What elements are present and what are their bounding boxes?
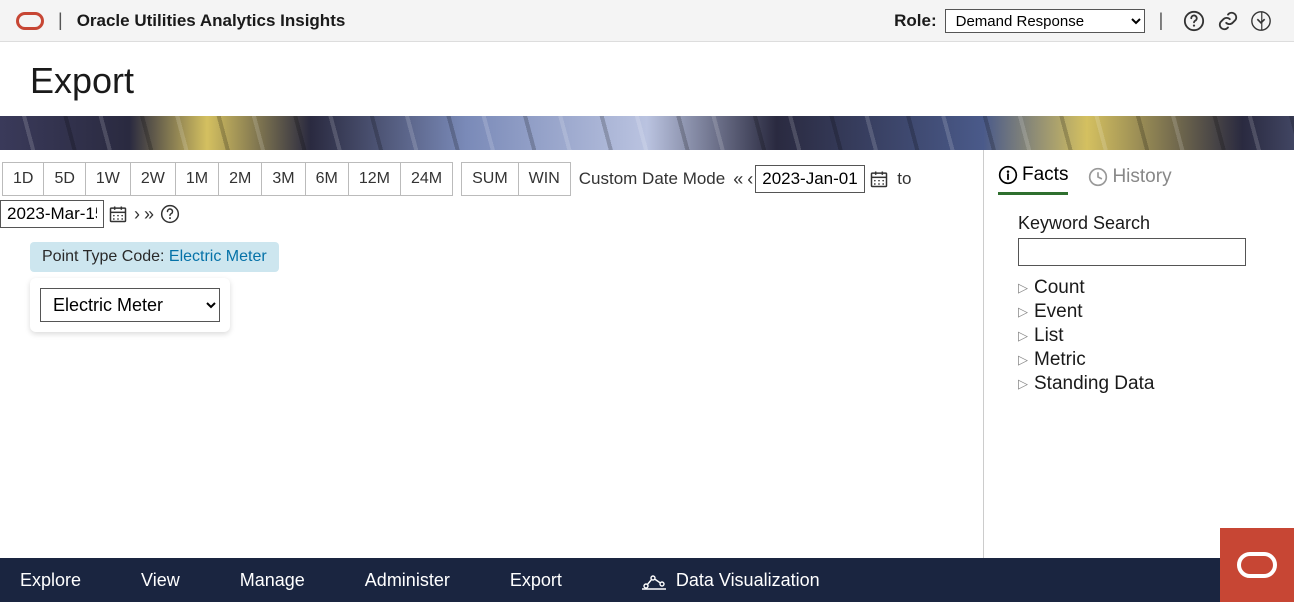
side-panel: Facts History Keyword Search ▷Count ▷Eve… bbox=[984, 150, 1294, 562]
decorative-band bbox=[0, 116, 1294, 150]
date-range-toolbar: 1D 5D 1W 2W 1M 2M 3M 6M 12M 24M SUM WIN … bbox=[0, 150, 983, 236]
main-panel: 1D 5D 1W 2W 1M 2M 3M 6M 12M 24M SUM WIN … bbox=[0, 150, 984, 562]
calendar-from-icon[interactable] bbox=[869, 169, 889, 189]
role-select[interactable]: Demand Response bbox=[945, 9, 1145, 33]
date-prev-fast-icon[interactable]: « bbox=[731, 169, 745, 190]
filter-chip[interactable]: Point Type Code: Electric Meter bbox=[30, 242, 279, 272]
oracle-logo-icon bbox=[16, 12, 44, 30]
tree-item-metric[interactable]: ▷Metric bbox=[1018, 348, 1276, 372]
range-2w-button[interactable]: 2W bbox=[130, 162, 176, 196]
nav-dv-label: Data Visualization bbox=[676, 570, 820, 591]
separator: | bbox=[1159, 10, 1164, 31]
range-2m-button[interactable]: 2M bbox=[218, 162, 262, 196]
link-icon[interactable] bbox=[1217, 10, 1239, 32]
app-title: Oracle Utilities Analytics Insights bbox=[77, 11, 346, 31]
nav-data-visualization[interactable]: Data Visualization bbox=[642, 570, 820, 591]
to-label: to bbox=[897, 169, 911, 189]
chevron-right-icon: ▷ bbox=[1018, 280, 1028, 296]
date-help-icon[interactable] bbox=[160, 204, 180, 224]
range-1w-button[interactable]: 1W bbox=[85, 162, 131, 196]
nav-view[interactable]: View bbox=[141, 570, 180, 591]
nav-manage[interactable]: Manage bbox=[240, 570, 305, 591]
filter-dropdown-card: Electric Meter bbox=[30, 278, 230, 332]
nav-export[interactable]: Export bbox=[510, 570, 562, 591]
tree-item-standing-data[interactable]: ▷Standing Data bbox=[1018, 372, 1276, 396]
page-title: Export bbox=[30, 60, 1264, 102]
range-6m-button[interactable]: 6M bbox=[305, 162, 349, 196]
chevron-right-icon: ▷ bbox=[1018, 352, 1028, 368]
date-next-fast-icon[interactable]: » bbox=[142, 204, 156, 225]
tree-item-count[interactable]: ▷Count bbox=[1018, 276, 1276, 300]
range-24m-button[interactable]: 24M bbox=[400, 162, 453, 196]
nav-administer[interactable]: Administer bbox=[365, 570, 450, 591]
role-label: Role: bbox=[894, 11, 937, 31]
tree-item-event[interactable]: ▷Event bbox=[1018, 300, 1276, 324]
chevron-down-icon[interactable] bbox=[1250, 10, 1272, 32]
agg-win-button[interactable]: WIN bbox=[518, 162, 571, 196]
chevron-right-icon: ▷ bbox=[1018, 328, 1028, 344]
chevron-right-icon: ▷ bbox=[1018, 304, 1028, 320]
tab-history-label: History bbox=[1112, 166, 1171, 188]
side-tabs: Facts History bbox=[998, 164, 1276, 195]
point-type-select[interactable]: Electric Meter bbox=[40, 288, 220, 322]
date-from-input[interactable] bbox=[755, 165, 865, 193]
date-to-input[interactable] bbox=[0, 200, 104, 228]
agg-sum-button[interactable]: SUM bbox=[461, 162, 519, 196]
oracle-logo-icon bbox=[1236, 551, 1278, 579]
nav-explore[interactable]: Explore bbox=[20, 570, 81, 591]
page-title-area: Export bbox=[0, 42, 1294, 116]
date-next-icon[interactable]: › bbox=[132, 204, 142, 225]
tab-facts-label: Facts bbox=[1022, 164, 1068, 186]
date-prev-icon[interactable]: ‹ bbox=[745, 169, 755, 190]
top-header: | Oracle Utilities Analytics Insights Ro… bbox=[0, 0, 1294, 42]
keyword-search-label: Keyword Search bbox=[1018, 213, 1276, 234]
tree-item-list[interactable]: ▷List bbox=[1018, 324, 1276, 348]
oracle-assistant-button[interactable] bbox=[1220, 528, 1294, 602]
calendar-to-icon[interactable] bbox=[108, 204, 128, 224]
range-12m-button[interactable]: 12M bbox=[348, 162, 401, 196]
custom-date-label: Custom Date Mode bbox=[579, 169, 725, 189]
tab-history[interactable]: History bbox=[1088, 164, 1171, 195]
range-3m-button[interactable]: 3M bbox=[261, 162, 305, 196]
help-icon[interactable] bbox=[1183, 10, 1205, 32]
filter-chip-value: Electric Meter bbox=[169, 248, 267, 265]
tab-facts[interactable]: Facts bbox=[998, 164, 1068, 195]
range-5d-button[interactable]: 5D bbox=[43, 162, 85, 196]
data-viz-icon bbox=[642, 570, 666, 590]
bottom-nav: Explore View Manage Administer Export Da… bbox=[0, 558, 1294, 602]
chevron-right-icon: ▷ bbox=[1018, 376, 1028, 392]
separator: | bbox=[58, 10, 63, 31]
facts-tree: ▷Count ▷Event ▷List ▷Metric ▷Standing Da… bbox=[1018, 276, 1276, 396]
filter-chip-label: Point Type Code: bbox=[42, 248, 164, 265]
range-1d-button[interactable]: 1D bbox=[2, 162, 44, 196]
keyword-search-input[interactable] bbox=[1018, 238, 1246, 266]
range-1m-button[interactable]: 1M bbox=[175, 162, 219, 196]
